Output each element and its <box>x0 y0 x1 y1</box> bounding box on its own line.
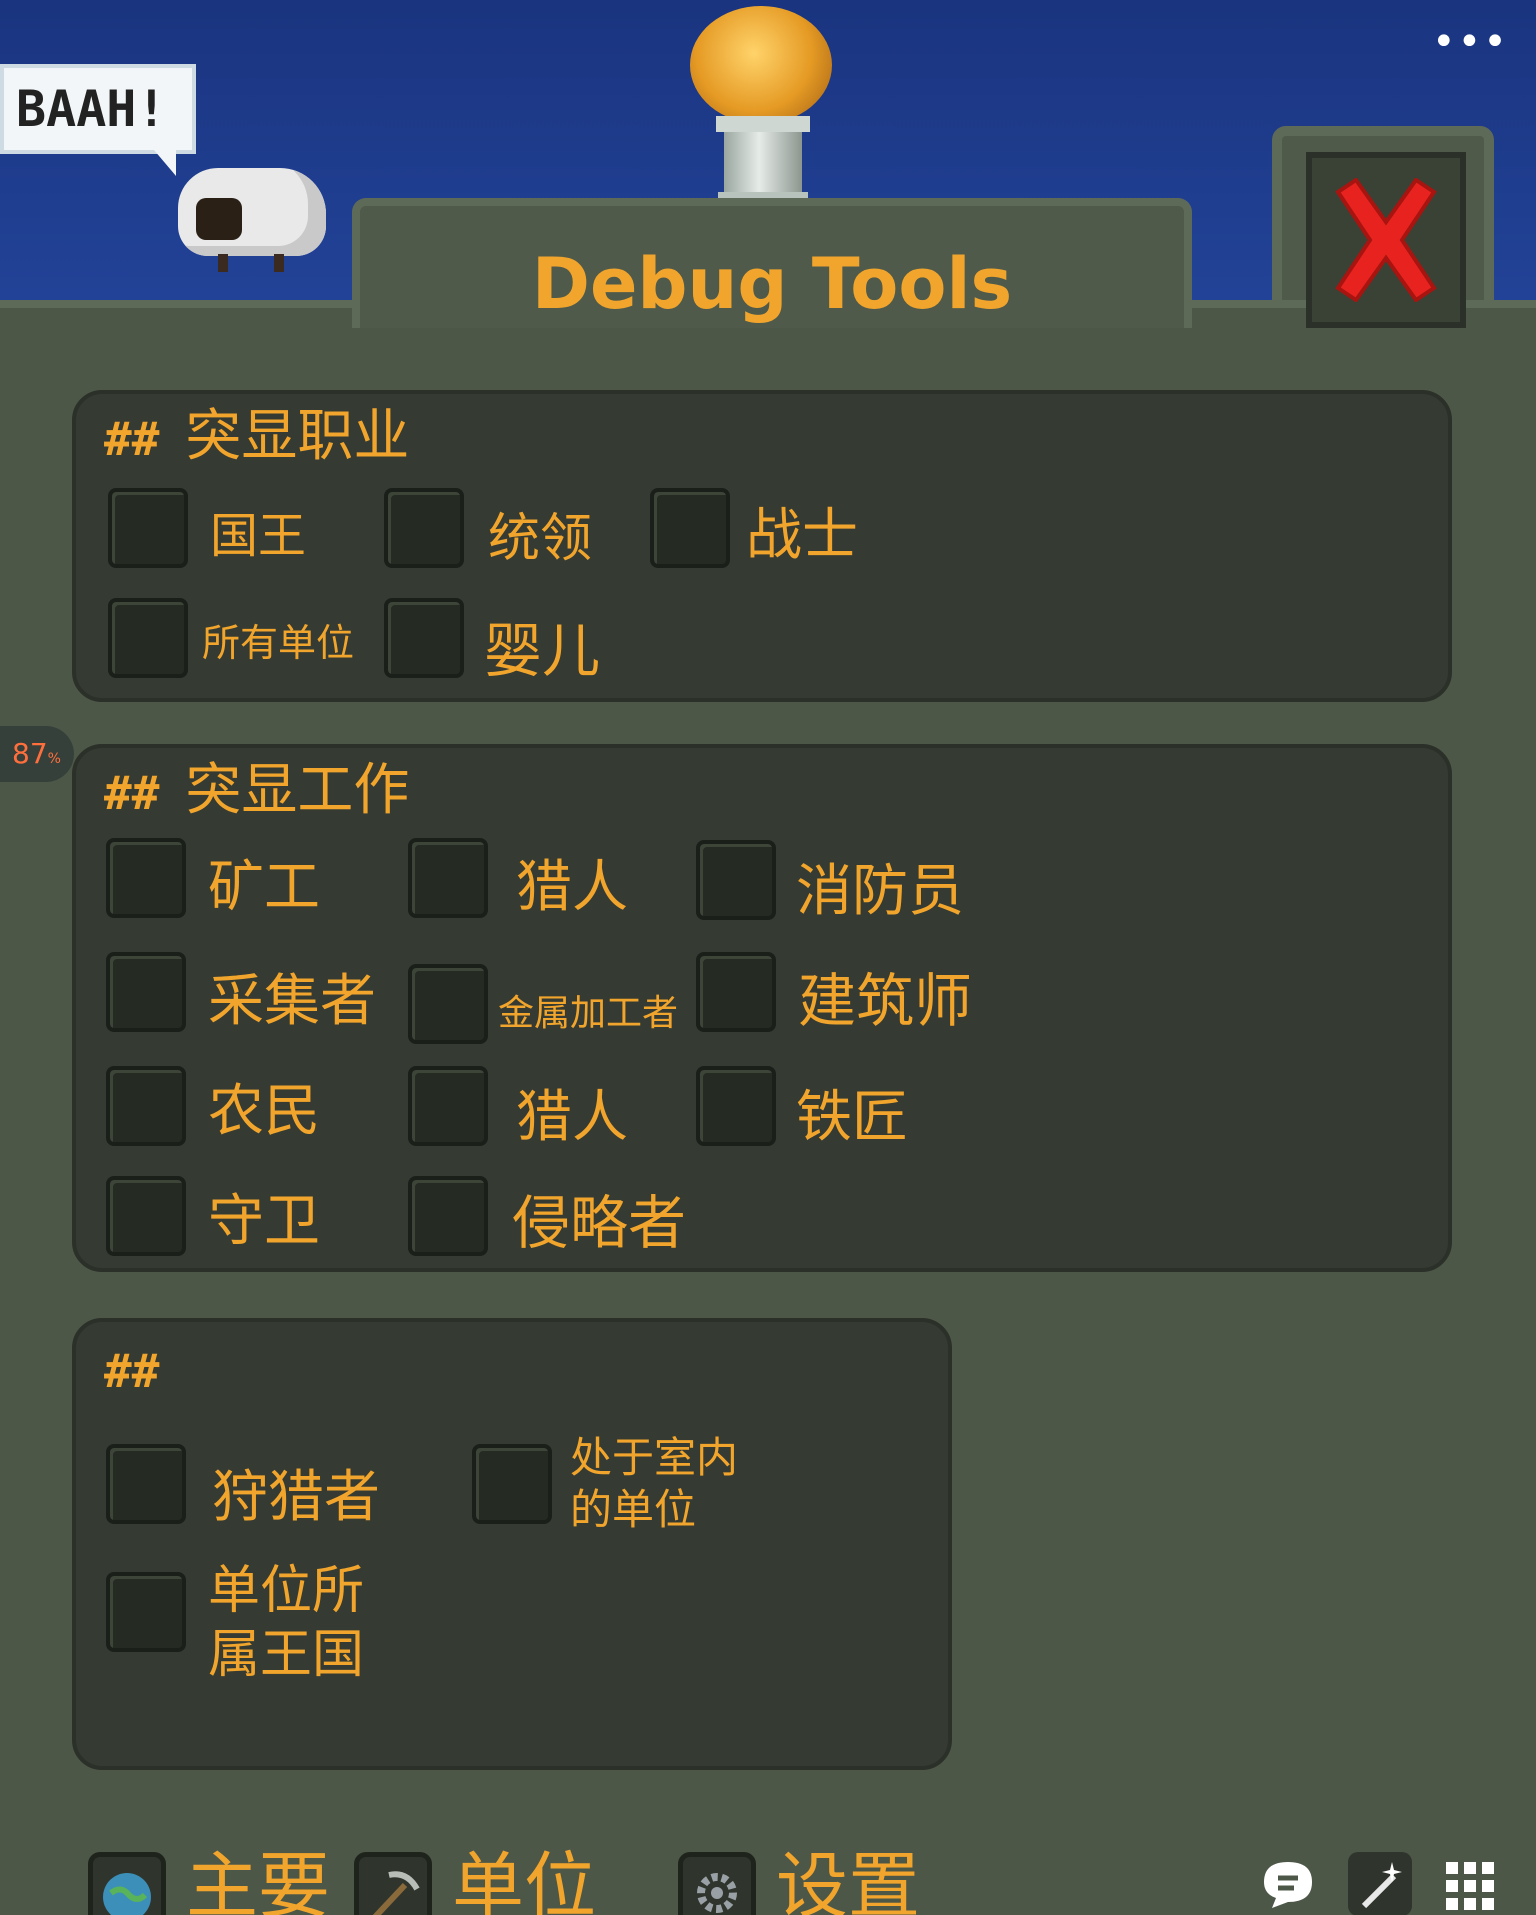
checkbox-guard[interactable] <box>106 1176 186 1256</box>
checkbox-hunter-type[interactable] <box>106 1444 186 1524</box>
more-icon[interactable]: ••• <box>1432 22 1507 62</box>
checkbox-gatherer[interactable] <box>106 952 186 1032</box>
option-label: 战士 <box>746 503 858 568</box>
checkbox-all-units[interactable] <box>108 598 188 678</box>
option-label: 所有单位 <box>202 621 355 665</box>
window-title: Debug Tools <box>531 243 1013 325</box>
tab-settings[interactable]: 设置 <box>776 1846 920 1915</box>
magic-wand-icon[interactable] <box>1348 1852 1412 1915</box>
checkbox-builder[interactable] <box>696 952 776 1032</box>
globe-icon[interactable] <box>88 1852 166 1915</box>
section-title-text: 突显工作 <box>185 758 410 823</box>
percent-unit: % <box>47 751 61 767</box>
option-label: 单位所 <box>208 1561 365 1621</box>
section-title: ## 突显职业 <box>104 404 409 472</box>
golden-brain-icon <box>690 6 832 124</box>
checkbox-indoor-units[interactable] <box>472 1444 552 1524</box>
option-label: 猎人 <box>516 855 628 920</box>
option-label: 侵略者 <box>512 1189 687 1257</box>
percent-badge: 87% <box>0 726 74 782</box>
checkbox-farmer[interactable] <box>106 1066 186 1146</box>
section-hash: ## <box>104 766 160 820</box>
option-label: 统领 <box>488 509 593 569</box>
option-label: 婴儿 <box>484 617 601 685</box>
option-label: 消防员 <box>796 859 964 924</box>
checkbox-commander[interactable] <box>384 488 464 568</box>
sheep-leg <box>218 254 228 272</box>
close-x-icon <box>1335 178 1437 302</box>
percent-value: 87 <box>12 737 48 770</box>
option-label: 狩猎者 <box>212 1465 380 1530</box>
pedestal-sprite <box>716 116 810 206</box>
section-hash: ## <box>104 1344 160 1398</box>
option-label: 金属加工者 <box>498 993 679 1034</box>
sheep-leg <box>274 254 284 272</box>
section-title: ## 突显工作 <box>104 758 409 826</box>
close-button[interactable] <box>1306 152 1466 328</box>
checkbox-miner[interactable] <box>106 838 186 918</box>
checkbox-unit-kingdom[interactable] <box>106 1572 186 1652</box>
checkbox-firefighter[interactable] <box>696 840 776 920</box>
checkbox-baby[interactable] <box>384 598 464 678</box>
section-title-text: 突显职业 <box>185 404 410 469</box>
grid-menu-icon[interactable] <box>1438 1852 1502 1915</box>
sheep-head <box>196 198 242 240</box>
chat-bubble-icon[interactable] <box>1256 1852 1320 1915</box>
checkbox-blacksmith[interactable] <box>696 1066 776 1146</box>
option-label: 建筑师 <box>798 967 973 1035</box>
section-hash: ## <box>104 412 160 466</box>
option-label: 铁匠 <box>796 1085 908 1150</box>
checkbox-king[interactable] <box>108 488 188 568</box>
option-label: 国王 <box>210 508 307 564</box>
option-label: 守卫 <box>208 1189 320 1254</box>
sheep-sprite <box>178 168 326 272</box>
speech-bubble: BAAH! <box>0 64 196 176</box>
option-label: 的单位 <box>570 1485 697 1534</box>
section-other <box>72 1318 952 1770</box>
option-label: 农民 <box>208 1079 320 1144</box>
tab-main[interactable]: 主要 <box>186 1846 330 1915</box>
option-label: 处于室内 <box>570 1433 739 1482</box>
option-label: 采集者 <box>208 969 376 1034</box>
gear-icon[interactable] <box>678 1852 756 1915</box>
option-label: 猎人 <box>516 1085 628 1150</box>
section-title: ## <box>104 1336 185 1404</box>
option-label: 矿工 <box>208 855 320 920</box>
tab-units[interactable]: 单位 <box>452 1846 596 1915</box>
checkbox-invader[interactable] <box>408 1176 488 1256</box>
checkbox-warrior[interactable] <box>650 488 730 568</box>
option-label: 属王国 <box>208 1625 365 1685</box>
checkbox-hunter-2[interactable] <box>408 1066 488 1146</box>
pickaxe-icon[interactable] <box>354 1852 432 1915</box>
checkbox-hunter[interactable] <box>408 838 488 918</box>
checkbox-metalworker[interactable] <box>408 964 488 1044</box>
